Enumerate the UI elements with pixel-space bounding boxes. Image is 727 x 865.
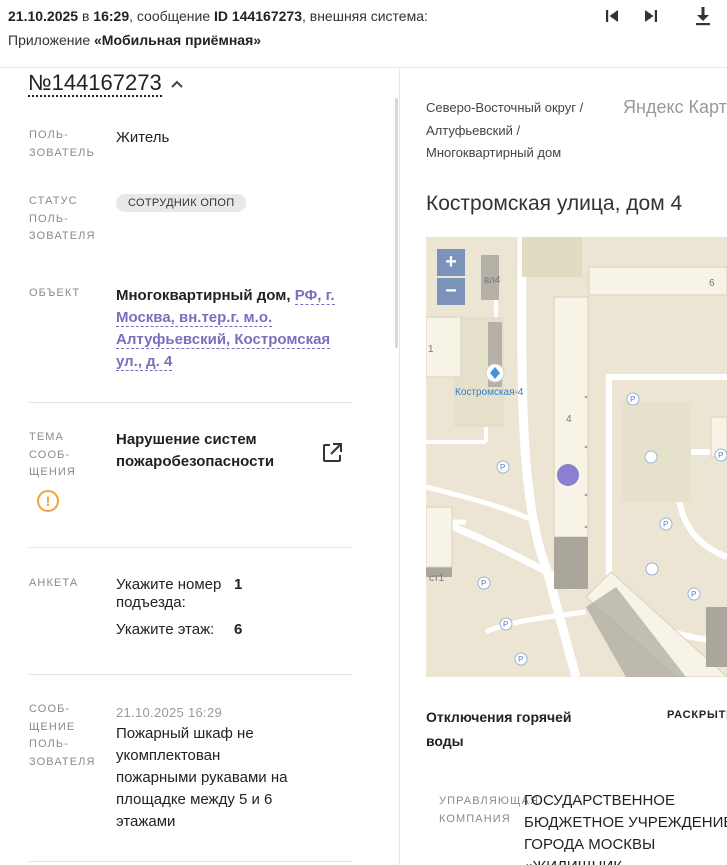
ticket-details-panel: №144167273 ПОЛЬ- ЗОВАТЕЛЬ Житель СТАТУС …: [0, 69, 400, 865]
object-value: Многоквартирный дом, РФ, г. Москва, вн.т…: [116, 285, 356, 373]
map-label-vl4: вл4: [484, 275, 501, 286]
message-label: СООБ- ЩЕНИЕ ПОЛЬ- ЗОВАТЕЛЯ: [29, 703, 96, 768]
map-parking-label: P: [500, 463, 505, 472]
zoom-out-button[interactable]: −: [437, 278, 465, 305]
header-external-text: , внешняя система:: [301, 8, 428, 24]
anketa-question: Укажите этаж:: [116, 621, 215, 638]
anketa-label: АНКЕТА: [29, 577, 79, 589]
page-header: 21.10.2025 в 16:29, сообщение ID 1441672…: [0, 0, 727, 68]
ticket-number-text[interactable]: №144167273: [28, 71, 162, 97]
header-app-text: Приложение: [8, 32, 91, 48]
divider: [29, 547, 353, 548]
map-parking-label: P: [691, 590, 696, 599]
address-title: Костромская улица, дом 4: [426, 192, 683, 215]
ticket-number[interactable]: №144167273: [28, 71, 184, 97]
message-text: Пожарный шкаф не укомплектован пожарными…: [116, 725, 288, 830]
zoom-in-button[interactable]: +: [437, 249, 465, 276]
object-label: ОБЪЕКТ: [29, 287, 81, 299]
divider: [29, 861, 353, 862]
topic-value: Нарушение систем пожаробезопасности: [116, 431, 275, 470]
map-label-building-4: 4: [566, 414, 572, 425]
skip-next-icon: [645, 10, 657, 22]
divider: [29, 674, 353, 675]
header-in: в: [81, 8, 90, 24]
hot-water-title: Отключения горячей воды: [426, 709, 572, 749]
scrollbar[interactable]: [395, 98, 398, 348]
skip-first-icon: [606, 10, 618, 22]
map-parking-label: P: [663, 520, 668, 529]
map[interactable]: вл4 4 6 1 ст1 Костромская-4 P P P P P P …: [426, 237, 727, 677]
map-label-1: 1: [428, 344, 434, 355]
warning-icon: !: [37, 490, 59, 512]
anketa-answer: 6: [234, 621, 243, 638]
topic-label: ТЕМА СООБ- ЩЕНИЯ: [29, 431, 76, 478]
map-canvas[interactable]: вл4 4 6 1 ст1 Костромская-4 P P P P P P …: [426, 237, 727, 677]
download-icon: [696, 7, 710, 26]
skip-next-button[interactable]: [639, 4, 663, 28]
object-info-panel: Северо-Восточный округ / Алтуфьевский / …: [401, 69, 727, 865]
header-app-name: «Мобильная приёмная»: [94, 32, 262, 48]
management-company-value: ГОСУДАРСТВЕННОЕ БЮДЖЕТНОЕ УЧРЕЖДЕНИЕ ГОР…: [524, 792, 727, 865]
header-message-text: , сообщение: [129, 8, 211, 24]
user-label: ПОЛЬ- ЗОВАТЕЛЬ: [29, 129, 95, 159]
map-parking-label: P: [481, 579, 486, 588]
user-value: Житель: [116, 129, 170, 146]
header-line-2: Приложение «Мобильная приёмная»: [8, 32, 261, 48]
map-parking-label: P: [518, 655, 523, 664]
map-parking-label: P: [503, 620, 508, 629]
anketa-question: Укажите номер подъезда:: [116, 576, 222, 611]
header-date: 21.10.2025: [8, 8, 79, 24]
skip-first-button[interactable]: [600, 4, 624, 28]
map-parking-label: P: [630, 395, 635, 404]
map-label-stop: Костромская-4: [455, 387, 524, 398]
object-type: Многоквартирный дом,: [116, 287, 291, 304]
map-label-building-6: 6: [709, 278, 715, 289]
external-link-icon[interactable]: [320, 441, 344, 465]
anketa-answer: 1: [234, 576, 243, 593]
user-status-label: СТАТУС ПОЛЬ- ЗОВАТЕЛЯ: [29, 195, 96, 242]
map-parking-label: P: [718, 451, 723, 460]
map-label-st1: ст1: [429, 573, 445, 584]
status-badge: СОТРУДНИК ОПОП: [116, 194, 247, 212]
header-message-id: ID 144167273: [214, 8, 302, 24]
header-line-1: 21.10.2025 в 16:29, сообщение ID 1441672…: [8, 8, 428, 24]
download-button[interactable]: [691, 4, 715, 28]
divider: [29, 402, 353, 403]
map-provider-title: Яндекс Карт: [623, 97, 727, 117]
expand-button[interactable]: РАСКРЫТЬ: [667, 709, 727, 721]
chevron-up-icon[interactable]: [170, 79, 184, 89]
header-time: 16:29: [93, 8, 130, 24]
breadcrumb: Северо-Восточный округ / Алтуфьевский / …: [426, 100, 584, 160]
message-date: 21.10.2025 16:29: [116, 705, 223, 720]
